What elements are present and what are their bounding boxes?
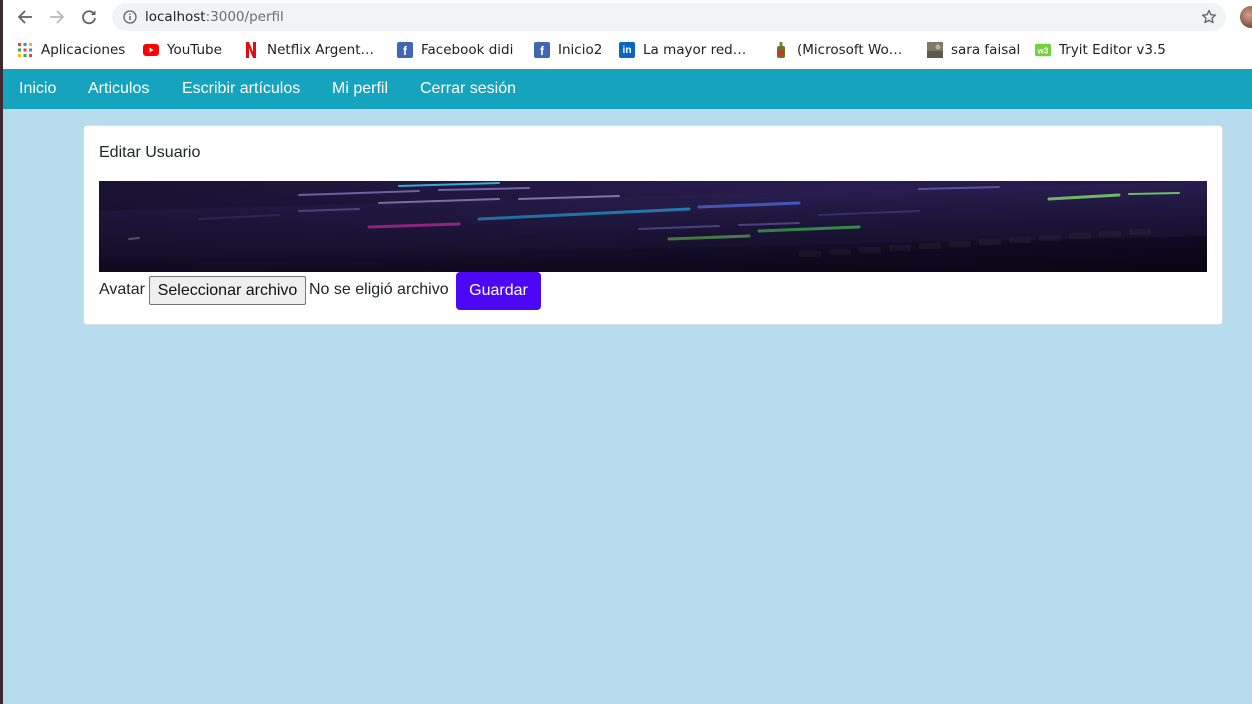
site-navbar: Inicio Articulos Escribir artículos Mi p… <box>3 69 1252 109</box>
reload-icon[interactable] <box>79 7 99 27</box>
bookmark-label: YouTube <box>167 42 222 58</box>
site-info-icon[interactable] <box>123 10 137 24</box>
nav-link-escribir-articulos[interactable]: Escribir artículos <box>182 80 300 98</box>
bookmark-label: Inicio2 <box>558 42 603 58</box>
svg-text:w3: w3 <box>1037 47 1049 56</box>
facebook-icon: f <box>397 42 413 58</box>
bookmark-label: Netflix Argent… <box>267 42 375 58</box>
w3schools-icon: w3 <box>1035 42 1051 58</box>
bookmark-label: Aplicaciones <box>41 42 126 58</box>
save-button[interactable]: Guardar <box>456 272 541 310</box>
apps-grid-icon <box>17 42 33 58</box>
nav-link-articulos[interactable]: Articulos <box>88 80 149 98</box>
url-text: localhost:3000/perfil <box>145 9 284 25</box>
bookmark-tryit-editor[interactable]: w3 Tryit Editor v3.5 <box>1035 40 1166 60</box>
facebook-icon: f <box>534 42 550 58</box>
bottle-icon <box>773 42 789 58</box>
netflix-icon <box>243 42 259 58</box>
bookmark-label: Tryit Editor v3.5 <box>1059 42 1166 58</box>
file-status-text: No se eligió archivo <box>309 281 449 298</box>
address-bar[interactable]: localhost:3000/perfil <box>112 3 1226 31</box>
browser-chrome: localhost:3000/perfil Aplicaciones YouTu… <box>3 0 1252 69</box>
youtube-icon <box>143 42 159 58</box>
photo-icon <box>927 42 943 58</box>
bookmark-microsoft[interactable]: (Microsoft Wo… <box>773 40 902 60</box>
nav-link-cerrar-sesion[interactable]: Cerrar sesión <box>420 80 516 98</box>
bookmark-label: (Microsoft Wo… <box>797 42 903 58</box>
bookmark-sara-faisal[interactable]: sara faisal <box>927 40 1020 60</box>
bookmark-label: Facebook didi <box>421 42 514 58</box>
nav-link-mi-perfil[interactable]: Mi perfil <box>332 80 388 98</box>
linkedin-icon: in <box>619 42 635 58</box>
url-host: localhost <box>145 9 206 25</box>
bookmark-netflix[interactable]: Netflix Argent… <box>243 40 374 60</box>
choose-file-button[interactable]: Seleccionar archivo <box>149 276 306 305</box>
bookmark-inicio2[interactable]: f Inicio2 <box>534 40 602 60</box>
bookmark-label: La mayor red… <box>643 42 747 58</box>
edit-user-card: Editar Usuario Avatar Seleccionar archiv… <box>83 125 1223 325</box>
bookmarks-bar: Aplicaciones YouTube Netflix Argent… f F… <box>3 36 1252 64</box>
back-arrow-icon[interactable] <box>15 7 35 27</box>
browser-toolbar: localhost:3000/perfil <box>3 0 1252 34</box>
code-banner-image <box>99 181 1207 272</box>
nav-link-inicio[interactable]: Inicio <box>19 80 56 98</box>
url-path: :3000/perfil <box>205 9 284 25</box>
avatar-label: Avatar <box>99 281 145 298</box>
bookmark-youtube[interactable]: YouTube <box>143 40 222 60</box>
forward-arrow-icon[interactable] <box>47 7 67 27</box>
profile-avatar[interactable] <box>1240 6 1252 28</box>
bookmark-linkedin[interactable]: in La mayor red… <box>619 40 746 60</box>
bookmark-star-icon[interactable] <box>1201 9 1217 25</box>
bookmark-aplicaciones[interactable]: Aplicaciones <box>17 40 125 60</box>
window-edge <box>0 0 3 704</box>
bookmark-label: sara faisal <box>951 42 1021 58</box>
bookmark-facebook-didi[interactable]: f Facebook didi <box>397 40 513 60</box>
card-title: Editar Usuario <box>99 144 201 161</box>
